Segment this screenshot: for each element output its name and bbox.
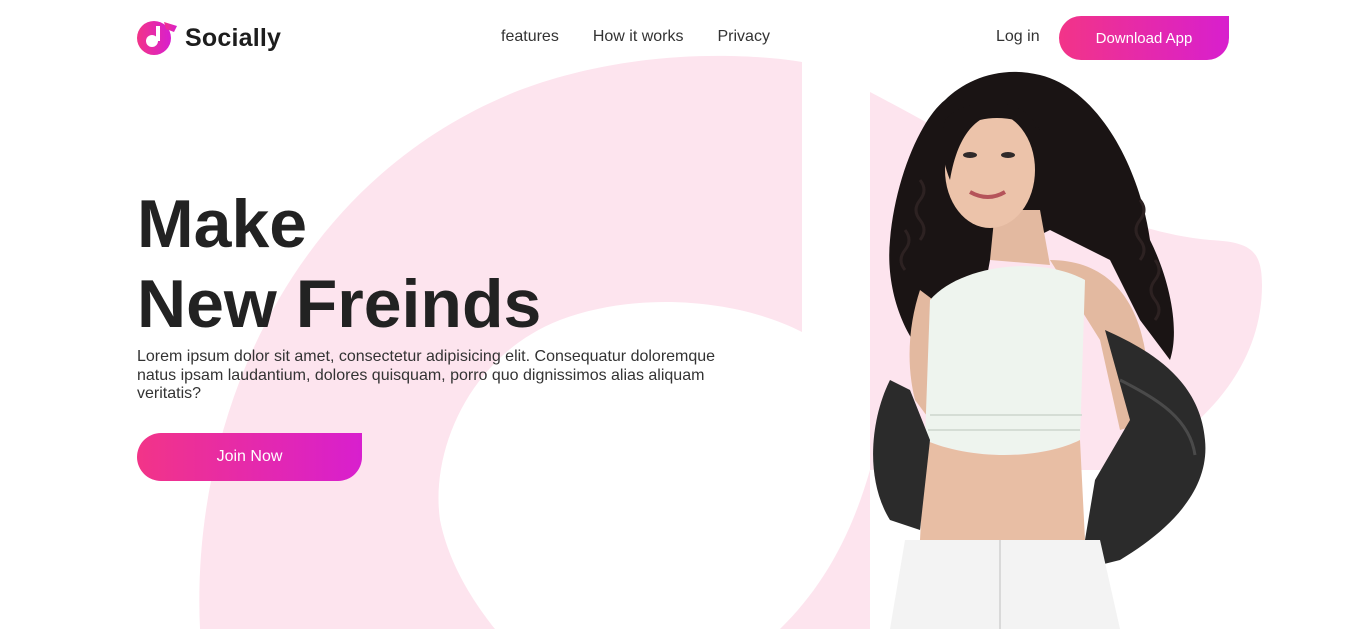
nav-link-how-it-works[interactable]: How it works	[593, 28, 684, 46]
logo[interactable]: Socially	[136, 20, 281, 56]
hero-description: Lorem ipsum dolor sit amet, consectetur …	[137, 348, 716, 402]
nav-link-features[interactable]: features	[501, 28, 559, 46]
brand-name: Socially	[185, 23, 282, 52]
join-now-button[interactable]: Join Now	[137, 433, 362, 481]
landing-page: Socially features How it works Privacy L…	[0, 0, 1365, 629]
nav-link-privacy[interactable]: Privacy	[718, 28, 770, 46]
download-app-button[interactable]: Download App	[1059, 16, 1229, 60]
music-note-bubble-icon	[137, 21, 177, 55]
login-link[interactable]: Log in	[996, 28, 1040, 46]
hero-title-line-1: Make	[137, 186, 308, 262]
main-nav: features How it works Privacy	[501, 28, 770, 46]
hero-title-line-2: New Freinds	[137, 266, 542, 342]
woman-portrait-image	[873, 71, 1206, 629]
hero-title: Make New Freinds	[137, 184, 541, 344]
